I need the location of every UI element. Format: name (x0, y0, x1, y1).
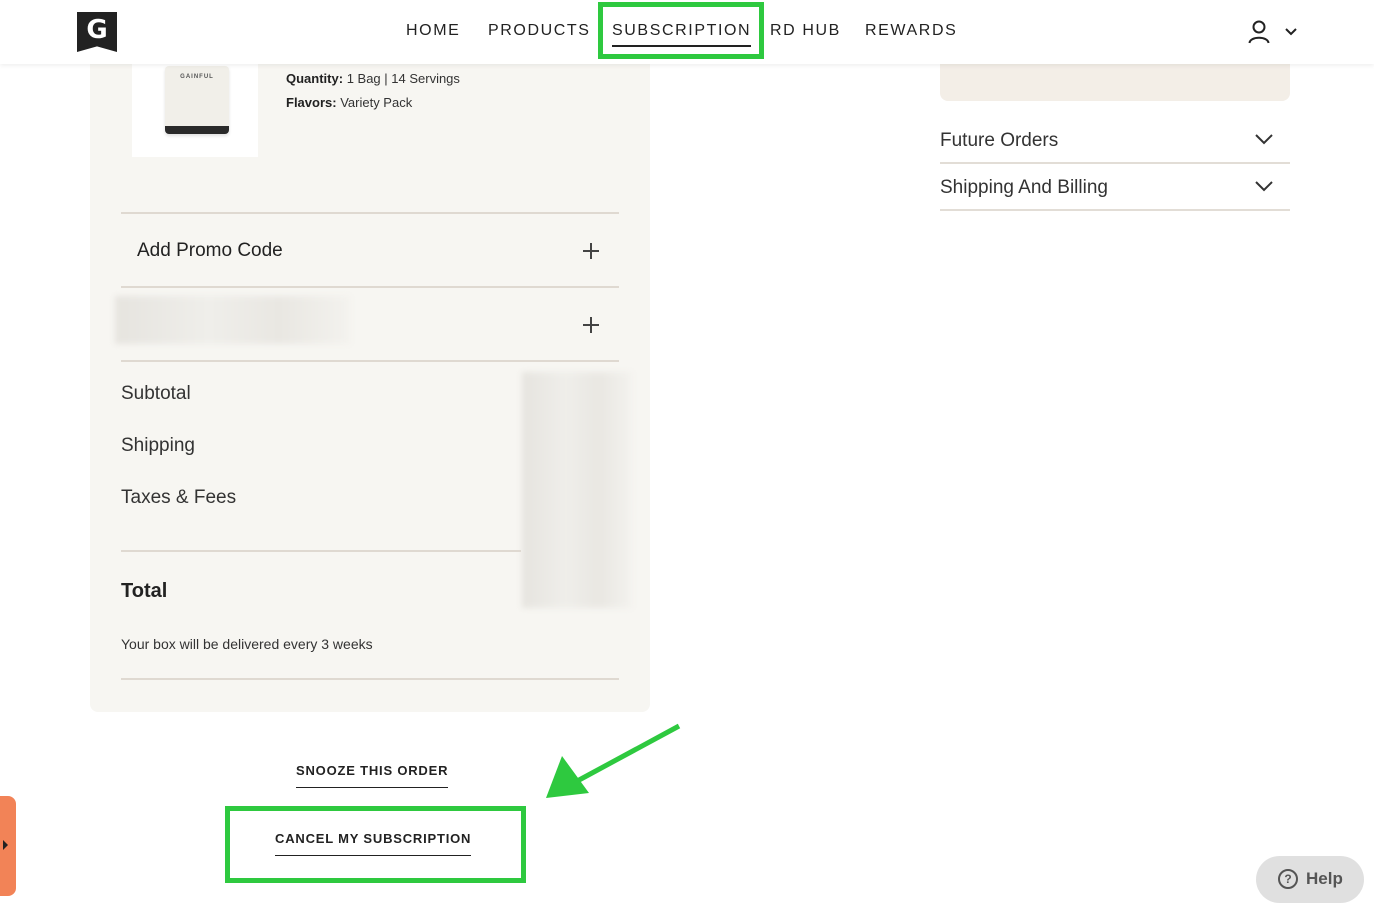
nav-subscription[interactable]: SUBSCRIPTION (612, 22, 752, 47)
snooze-order-link[interactable]: SNOOZE THIS ORDER (296, 763, 449, 788)
add-promo-code-toggle[interactable]: Add Promo Code (137, 240, 283, 262)
plus-icon[interactable] (583, 317, 599, 333)
cancel-subscription-link[interactable]: CANCEL MY SUBSCRIPTION (275, 831, 472, 856)
divider (121, 550, 521, 552)
nav-rd-hub[interactable]: RD HUB (770, 22, 841, 40)
help-button[interactable]: ? Help (1256, 856, 1364, 903)
subtotal-label: Subtotal (121, 383, 191, 404)
question-icon: ? (1278, 869, 1298, 889)
delivery-frequency-note: Your box will be delivered every 3 weeks (121, 636, 373, 652)
plus-icon[interactable] (583, 243, 599, 259)
account-menu[interactable] (1248, 20, 1300, 46)
redacted-row-label (115, 296, 350, 344)
gainful-logo[interactable]: G (77, 12, 117, 52)
total-label: Total (121, 580, 168, 602)
shipping-billing-accordion[interactable]: Shipping And Billing (940, 177, 1108, 199)
user-icon (1248, 20, 1270, 44)
accordion-divider (940, 162, 1290, 164)
chevron-down-icon[interactable] (1254, 133, 1274, 145)
quantity-label: Quantity: (286, 71, 344, 86)
divider (121, 212, 619, 214)
quantity-detail: Quantity: 1 Bag | 14 Servings (286, 71, 460, 86)
divider (121, 678, 619, 680)
accordion-divider (940, 209, 1290, 211)
taxes-fees-label: Taxes & Fees (121, 487, 237, 508)
shipping-label: Shipping (121, 435, 195, 456)
future-orders-accordion[interactable]: Future Orders (940, 130, 1058, 152)
flavors-label: Flavors: (286, 95, 337, 110)
chevron-down-icon (1285, 28, 1297, 36)
divider (121, 286, 619, 288)
flavors-value: Variety Pack (340, 95, 413, 110)
product-bag-illustration: GAINFUL (165, 66, 229, 134)
annotation-arrow-icon (546, 723, 681, 798)
redacted-price-values (522, 372, 632, 608)
divider (121, 360, 619, 362)
nav-home[interactable]: HOME (406, 22, 460, 40)
side-drawer-tab[interactable] (0, 796, 16, 896)
flavors-detail: Flavors: Variety Pack (286, 95, 412, 110)
help-label: Help (1306, 869, 1343, 888)
bag-brand-label: GAINFUL (180, 74, 214, 80)
nav-rewards[interactable]: REWARDS (865, 22, 957, 40)
nav-products[interactable]: PRODUCTS (488, 22, 591, 40)
top-navigation-bar: G HOME PRODUCTS SUBSCRIPTION RD HUB REWA… (0, 0, 1374, 64)
quantity-value: 1 Bag | 14 Servings (346, 71, 460, 86)
chevron-down-icon[interactable] (1254, 180, 1274, 192)
